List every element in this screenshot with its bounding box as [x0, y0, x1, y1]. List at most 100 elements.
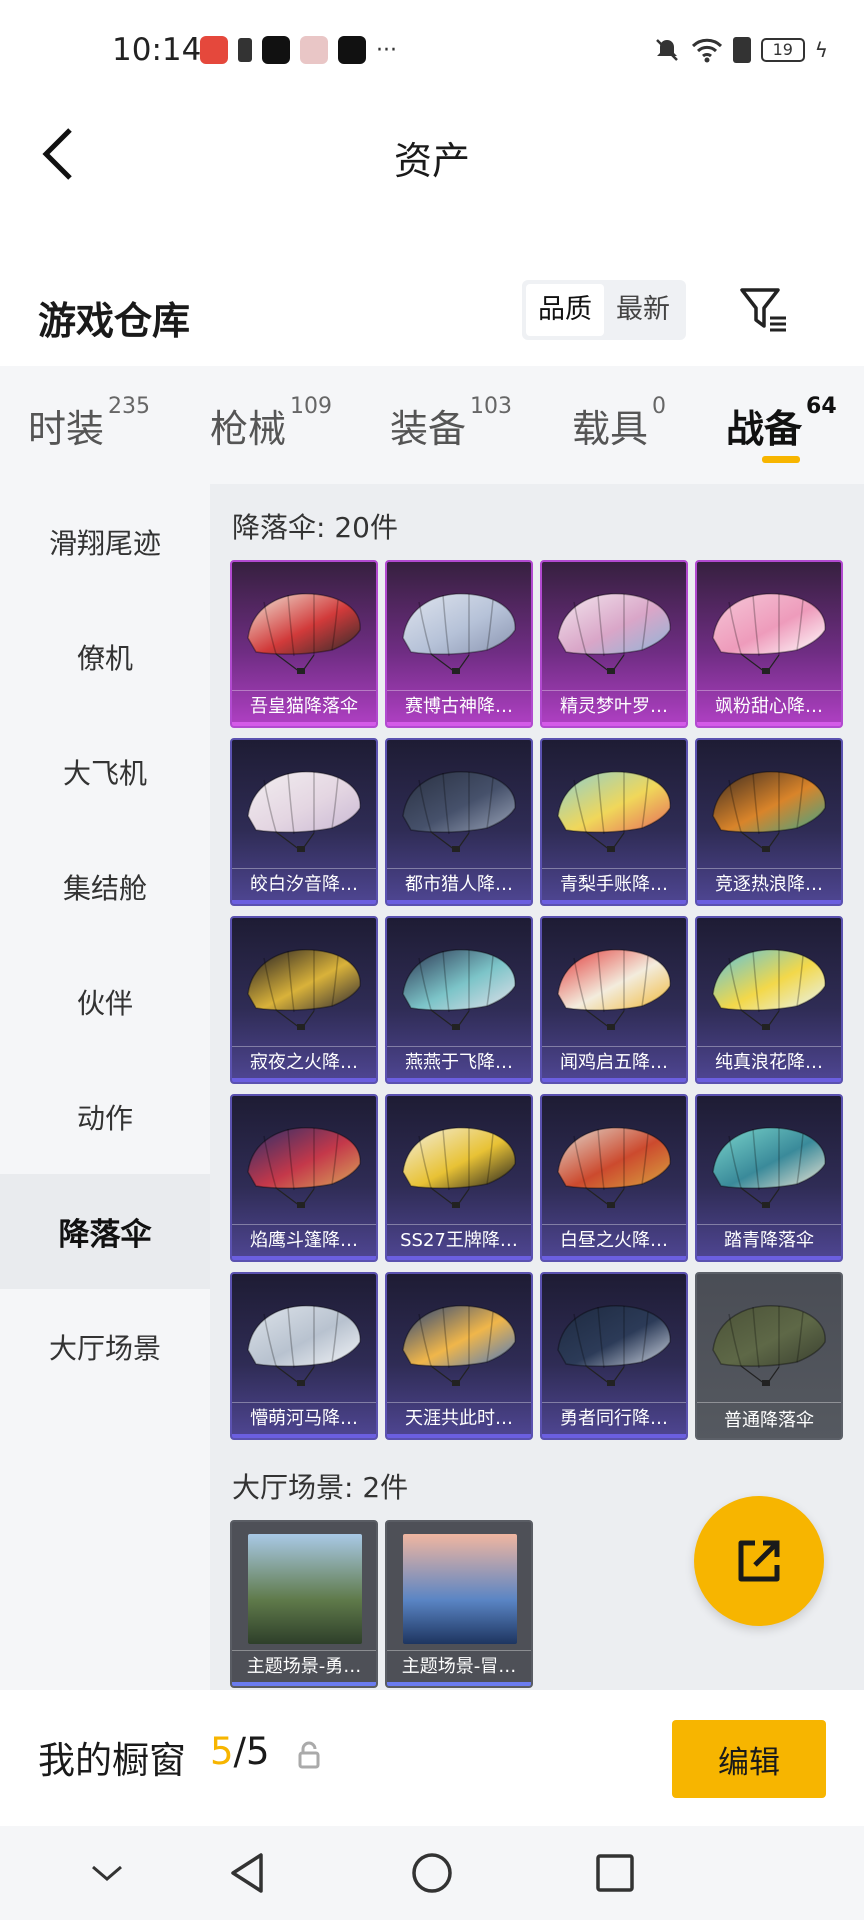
- parachute-card[interactable]: 燕燕于飞降…: [385, 916, 533, 1084]
- tab-count: 109: [290, 394, 333, 419]
- system-icons: 19 ϟ: [653, 36, 828, 64]
- filter-button[interactable]: [736, 282, 792, 338]
- parachute-card[interactable]: 都市猎人降…: [385, 738, 533, 906]
- parachute-image: [557, 1127, 671, 1208]
- parachute-image: [402, 949, 516, 1030]
- parachute-card-label: 焰鹰斗篷降…: [232, 1224, 376, 1260]
- tab-vehicles[interactable]: 载具0: [572, 394, 666, 453]
- tab-count: 0: [652, 394, 667, 419]
- parachute-card-label: 闻鸡启五降…: [542, 1046, 686, 1082]
- parachute-image: [402, 1127, 516, 1208]
- parachute-image: [712, 593, 826, 674]
- parachute-image: [247, 1127, 361, 1208]
- parachute-image: [557, 949, 671, 1030]
- parachute-image: [557, 1305, 671, 1386]
- parachute-image: [557, 593, 671, 674]
- showcase-current: 5: [210, 1730, 234, 1773]
- parachute-image: [557, 771, 671, 852]
- parachute-image: [402, 593, 516, 674]
- status-time: 10:14: [112, 32, 202, 68]
- scene-card[interactable]: 主题场景-冒…: [385, 1520, 533, 1688]
- tab-readiness[interactable]: 战备64: [726, 394, 837, 453]
- tab-fashion[interactable]: 时装235: [28, 394, 150, 453]
- parachute-card[interactable]: 普通降落伞: [695, 1272, 843, 1440]
- parachute-card[interactable]: 焰鹰斗篷降…: [230, 1094, 378, 1262]
- sidebar-item-big-plane[interactable]: 大飞机: [0, 714, 210, 829]
- parachute-card[interactable]: SS27王牌降…: [385, 1094, 533, 1262]
- parachute-card[interactable]: 飒粉甜心降…: [695, 560, 843, 728]
- parachute-card-label: 白昼之火降…: [542, 1224, 686, 1260]
- parachute-card[interactable]: 赛博古神降…: [385, 560, 533, 728]
- tab-count: 64: [806, 394, 837, 419]
- parachute-card[interactable]: 皎白汐音降…: [230, 738, 378, 906]
- nav-home-button[interactable]: [407, 1848, 457, 1898]
- scene-thumbnail: [248, 1534, 362, 1644]
- triangle-back-icon: [231, 1853, 263, 1893]
- alert-icon: [238, 38, 252, 62]
- sidebar-item-glide-trail[interactable]: 滑翔尾迹: [0, 484, 210, 599]
- scene-card-label: 主题场景-勇…: [232, 1650, 376, 1686]
- parachute-card-label: 勇者同行降…: [542, 1402, 686, 1438]
- scene-card[interactable]: 主题场景-勇…: [230, 1520, 378, 1688]
- parachute-card[interactable]: 吾皇猫降落伞: [230, 560, 378, 728]
- sidebar-item-lobby-scene[interactable]: 大厅场景: [0, 1289, 210, 1404]
- parachute-card-label: 都市猎人降…: [387, 868, 531, 904]
- sort-by-newest-button[interactable]: 最新: [604, 284, 682, 336]
- scene-card-label: 主题场景-冒…: [387, 1650, 531, 1686]
- wifi-icon: [691, 38, 722, 63]
- sidebar-item-parachute[interactable]: 降落伞: [0, 1174, 210, 1289]
- sidebar-item-wingman[interactable]: 僚机: [0, 599, 210, 714]
- tab-label: 时装: [28, 407, 105, 451]
- parachute-card[interactable]: 天涯共此时…: [385, 1272, 533, 1440]
- parachute-card-label: 踏青降落伞: [697, 1224, 841, 1260]
- parachute-card[interactable]: 白昼之火降…: [540, 1094, 688, 1262]
- sidebar-item-companion[interactable]: 伙伴: [0, 944, 210, 1059]
- edit-showcase-button[interactable]: 编辑: [672, 1720, 826, 1798]
- parachute-card[interactable]: 青梨手账降…: [540, 738, 688, 906]
- parachute-card[interactable]: 竞逐热浪降…: [695, 738, 843, 906]
- app-cube-icon: [300, 36, 328, 64]
- tab-weapons[interactable]: 枪械109: [210, 394, 332, 453]
- active-tab-indicator: [762, 456, 800, 463]
- nav-recents-button[interactable]: [590, 1848, 640, 1898]
- tab-label: 装备: [390, 407, 467, 451]
- notification-icons: ···: [200, 36, 397, 64]
- parachute-image: [247, 771, 361, 852]
- parachute-card-label: 懵萌河马降…: [232, 1402, 376, 1438]
- parachute-image: [247, 949, 361, 1030]
- nav-back-button[interactable]: [222, 1848, 272, 1898]
- sort-by-quality-button[interactable]: 品质: [526, 284, 604, 336]
- parachute-card[interactable]: 闻鸡启五降…: [540, 916, 688, 1084]
- lock-icon: [298, 1741, 320, 1769]
- parachute-card[interactable]: 懵萌河马降…: [230, 1272, 378, 1440]
- tab-count: 103: [470, 394, 513, 419]
- circle-home-icon: [412, 1853, 452, 1893]
- showcase-total: /5: [233, 1730, 270, 1773]
- share-button[interactable]: [694, 1496, 824, 1626]
- parachute-card[interactable]: 精灵梦叶罗…: [540, 560, 688, 728]
- tab-equipment[interactable]: 装备103: [390, 394, 512, 453]
- tab-label: 战备: [726, 407, 803, 451]
- sidebar-item-emote[interactable]: 动作: [0, 1059, 210, 1174]
- parachute-section-title: 降落伞: 20件: [232, 511, 398, 544]
- filter-icon: [740, 288, 786, 332]
- parachute-card-label: 普通降落伞: [697, 1402, 841, 1438]
- system-navigation-bar: [0, 1826, 864, 1920]
- sidebar-item-rally-pod[interactable]: 集结舱: [0, 829, 210, 944]
- parachute-image: [712, 1305, 826, 1386]
- parachute-card[interactable]: 勇者同行降…: [540, 1272, 688, 1440]
- parachute-image: [712, 1127, 826, 1208]
- parachute-card[interactable]: 纯真浪花降…: [695, 916, 843, 1084]
- parachute-card[interactable]: 寂夜之火降…: [230, 916, 378, 1084]
- scene-section-title: 大厅场景: 2件: [232, 1471, 409, 1504]
- scene-thumbnail: [403, 1534, 517, 1644]
- parachute-card-label: 飒粉甜心降…: [697, 690, 841, 726]
- more-notifications-icon: ···: [376, 37, 397, 63]
- sort-toggle: 品质 最新: [522, 280, 686, 340]
- parachute-card[interactable]: 踏青降落伞: [695, 1094, 843, 1262]
- nav-hide-button[interactable]: [82, 1848, 132, 1898]
- chevron-down-icon: [92, 1865, 122, 1881]
- parachute-card-label: 青梨手账降…: [542, 868, 686, 904]
- showcase-count: 5/5: [210, 1730, 270, 1773]
- status-bar: 10:14 ··· 19 ϟ: [0, 0, 864, 104]
